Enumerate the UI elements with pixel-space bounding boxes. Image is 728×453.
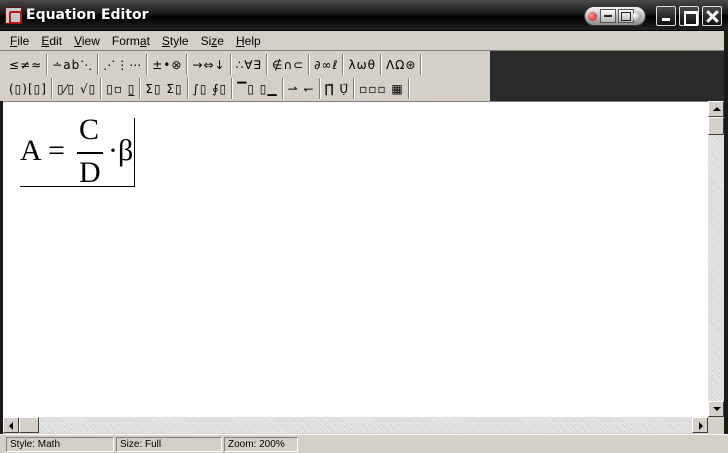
operator-symbols-button[interactable]: ±•⊗ [148,54,188,75]
labeled-arrow-templates-button[interactable]: ⇀ ↽ [284,78,320,99]
greek-lowercase-button[interactable]: λωθ [344,54,381,75]
menu-edit[interactable]: Edit [35,34,68,48]
scroll-left-button[interactable] [3,417,19,433]
menu-accelerator: V [74,33,82,48]
menu-label-part: t [146,33,150,48]
status-style: Style: Math [6,437,114,452]
maximize-button[interactable] [679,6,699,26]
beta-symbol: β [118,134,134,167]
fraction-numerator[interactable]: C [79,113,99,147]
scrollbar-corner [708,417,724,433]
menu-label-part: ile [17,33,30,48]
greek-uppercase-button[interactable]: ΛΩ⊛ [382,54,422,75]
record-icon[interactable] [588,12,597,21]
vertical-scrollbar[interactable] [708,101,724,417]
minimize-button[interactable] [656,6,676,26]
set-theory-symbols-button[interactable]: ∉∩⊂ [268,54,310,75]
logical-symbols-button[interactable]: ∴∀∃ [232,54,267,75]
arrow-left-icon [9,422,13,430]
subscript-superscript-templates-button[interactable]: ▯▫ ▯̲ [102,78,141,99]
slot-underline [20,186,135,187]
spaces-ellipses-button[interactable]: ∸ab⋱ [48,54,99,75]
menu-label-part: tyle [169,33,189,48]
window-title: Equation Editor [26,7,149,23]
status-bar: Style: Math Size: Full Zoom: 200% [0,434,728,453]
fraction-radical-templates-button[interactable]: ▯⁄▯ √▯ [53,78,102,99]
menu-help[interactable]: Help [230,34,267,48]
title-bar[interactable]: Equation Editor [0,0,728,31]
menu-format[interactable]: Format [106,34,156,48]
menu-label-part: elp [244,33,261,48]
arrow-right-icon [699,422,703,430]
fence-templates-button[interactable]: (▯)[▯] [5,78,52,99]
symbol-palette-row: ≤≠≈ ∸ab⋱ ⋰⋮⋯ ±•⊗ →⇔↓ ∴∀∃ ∉∩⊂ ∂∞ℓ λωθ ΛΩ⊛ [5,53,422,76]
menu-label-part: Form [111,33,140,48]
arrow-up-icon [713,107,721,111]
equation-editing-area[interactable]: A = C D · β [3,101,708,417]
menu-label-part: iew [81,33,100,48]
equation-editor-window: Equation Editor File Edit View Format Style S… [0,0,728,453]
menu-label-part: e [217,33,224,48]
horizontal-scrollbar[interactable] [3,417,708,433]
arrow-symbols-button[interactable]: →⇔↓ [188,54,231,75]
menu-bar: File Edit View Format Style Size Help [0,31,728,51]
equation-editor-app-icon[interactable] [5,7,22,24]
close-button[interactable] [702,6,722,26]
equals-sign: = [48,134,65,167]
multiplication-dot: · [108,134,118,167]
insertion-cursor [134,118,135,186]
capsule-end-icon[interactable] [632,12,641,21]
menu-label-part: dit [49,33,63,48]
matrix-templates-button[interactable]: ▫▫▫ ▦ [355,78,409,99]
embellishments-button[interactable]: ⋰⋮⋯ [99,54,148,75]
roll-up-button[interactable] [600,9,616,23]
misc-symbols-button[interactable]: ∂∞ℓ [310,54,344,75]
vertical-scroll-thumb[interactable] [708,117,724,135]
products-set-theory-templates-button[interactable]: ∏̈ Ụ̈ [321,78,355,99]
summation-templates-button[interactable]: Σ▯ Σ▯ [141,78,188,99]
fraction-denominator[interactable]: D [79,156,101,190]
equation-lhs: A [20,134,42,167]
status-zoom: Zoom: 200% [224,437,298,452]
menu-label-part: Si [200,33,212,48]
equation[interactable]: A = C D · β [20,113,140,190]
arrow-down-icon [713,407,721,411]
scroll-down-button[interactable] [708,401,724,417]
menu-file[interactable]: File [4,34,35,48]
menu-size[interactable]: Size [195,34,230,48]
status-size: Size: Full [116,437,222,452]
scroll-right-button[interactable] [692,417,708,433]
integral-templates-button[interactable]: ∫▯ ∮▯ [189,78,233,99]
menu-view[interactable]: View [68,34,106,48]
relational-symbols-button[interactable]: ≤≠≈ [5,54,48,75]
menu-accelerator: a [139,33,147,48]
toolbar-empty-area [490,51,728,101]
menu-accelerator: H [235,33,245,48]
horizontal-scroll-thumb[interactable] [19,417,39,433]
fraction-bar [77,152,103,154]
scroll-up-button[interactable] [708,101,724,117]
menu-accelerator: S [161,33,170,48]
title-bar-extras [584,6,646,26]
window-frame-right [724,31,728,453]
menu-style[interactable]: Style [156,34,195,48]
underbar-overbar-templates-button[interactable]: ▔▯ ▯▁ [233,78,283,99]
template-palette-row: (▯)[▯] ▯⁄▯ √▯ ▯▫ ▯̲ Σ▯ Σ▯ ∫▯ ∮▯ ▔▯ ▯▁ ⇀ ↽ ∏̈ Ụ̈… [5,77,410,100]
